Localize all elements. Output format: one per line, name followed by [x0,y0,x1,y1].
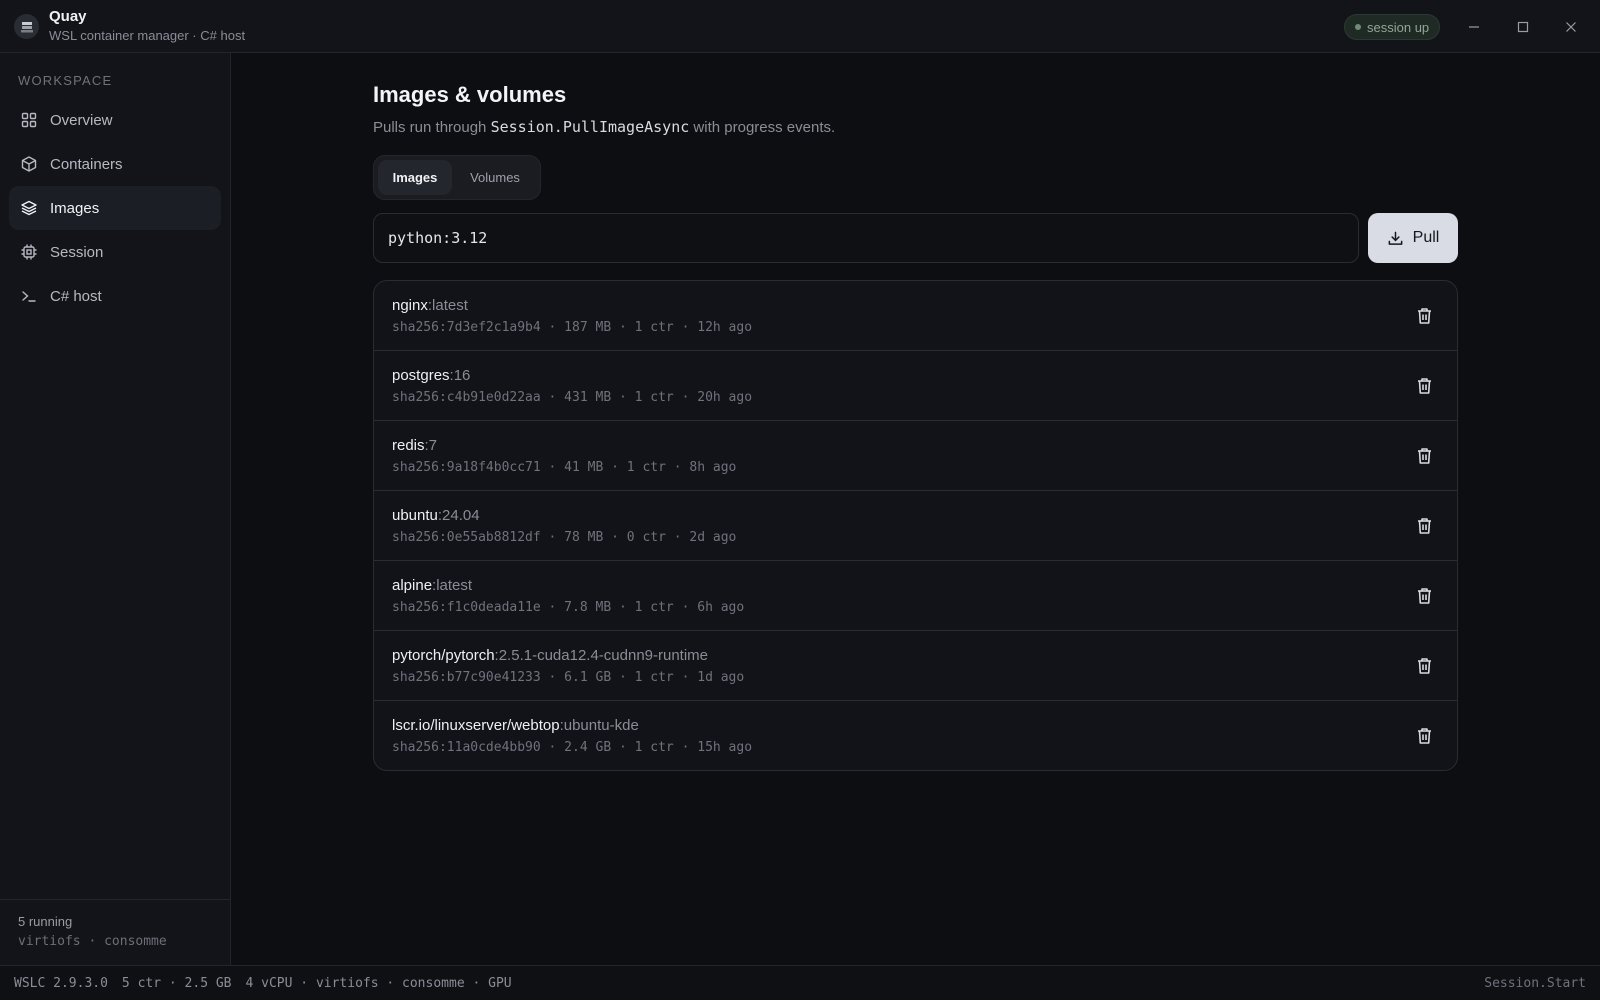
delete-image-button[interactable] [1409,441,1439,471]
title-bar: Quay WSL container manager · C# host ses… [0,0,1600,53]
minimize-button[interactable] [1459,12,1489,42]
trash-icon [1417,518,1431,534]
layers-icon [21,200,37,216]
page-title: Images & volumes [373,82,567,107]
box-icon [21,156,37,172]
delete-image-button[interactable] [1409,511,1439,541]
image-tag: :7 [424,437,438,454]
sidebar-item-label: Containers [50,155,123,173]
image-name: alpine:latest [392,577,472,594]
sidebar-item-label: Overview [50,111,113,129]
table-row: postgres:16 sha256:c4b91e0d22aa · 431 MB … [374,351,1457,421]
image-repo: postgres [392,367,450,384]
sidebar-item-label: C# host [50,287,102,305]
image-name: lscr.io/linuxserver/webtop:ubuntu-kde [392,717,639,734]
status-dot-icon [1355,24,1361,30]
session-status-badge: session up [1344,14,1440,40]
tab-bar: Images Volumes [373,155,541,200]
page-description: Pulls run through Session.PullImageAsync… [373,118,836,136]
app-logo-icon [14,14,39,39]
status-bar: WSLC 2.9.3.0 5 ctr · 2.5 GB 4 vCPU · virti… [0,965,1600,1000]
table-row: redis:7 sha256:9a18f4b0cc71 · 41 MB · 1 c… [374,421,1457,491]
sidebar-item-label: Images [50,199,100,217]
maximize-button[interactable] [1508,12,1538,42]
image-repo: alpine [392,577,433,594]
pull-button[interactable]: Pull [1368,213,1458,263]
tab-volumes[interactable]: Volumes [454,160,536,195]
sidebar-item-session[interactable]: Session [9,230,221,274]
sidebar-item-csharp-host[interactable]: C# host [9,274,221,318]
delete-image-button[interactable] [1409,721,1439,751]
running-count: 5 running [18,914,73,929]
image-name: redis:7 [392,437,437,454]
session-status-label: session up [1367,19,1430,35]
wslc-version: WSLC 2.9.3.0 [14,976,108,991]
image-tag: :24.04 [437,507,480,524]
delete-image-button[interactable] [1409,301,1439,331]
image-list: nginx:latest sha256:7d3ef2c1a9b4 · 187 MB… [373,280,1458,771]
image-repo: pytorch/pytorch [392,647,495,664]
sidebar-item-containers[interactable]: Containers [9,142,221,186]
sidebar-section-label: WORKSPACE [18,73,113,88]
image-tag: :2.5.1-cuda12.4-cudnn9-runtime [494,647,709,664]
image-meta: sha256:b77c90e41233 · 6.1 GB · 1 ctr · 1… [392,670,745,685]
image-name: nginx:latest [392,297,468,314]
sidebar-footer: 5 running virtiofs · consomme [0,899,230,965]
trash-icon [1417,378,1431,394]
image-meta: sha256:c4b91e0d22aa · 431 MB · 1 ctr · 2… [392,390,753,405]
image-repo: redis [392,437,425,454]
close-icon [1566,22,1576,32]
trash-icon [1417,658,1431,674]
image-meta: sha256:7d3ef2c1a9b4 · 187 MB · 1 ctr · 1… [392,320,753,335]
sidebar: WORKSPACE Overview Containers Images Ses… [0,53,231,965]
image-repo: nginx [392,297,428,314]
image-repo: ubuntu [392,507,438,524]
pull-button-label: Pull [1412,229,1440,246]
trash-icon [1417,728,1431,744]
trash-icon [1417,448,1431,464]
table-row: ubuntu:24.04 sha256:0e55ab8812df · 78 MB … [374,491,1457,561]
download-icon [1388,231,1403,245]
table-row: alpine:latest sha256:f1c0deada11e · 7.8 M… [374,561,1457,631]
tab-images[interactable]: Images [378,160,452,195]
trash-icon [1417,588,1431,604]
table-row: nginx:latest sha256:7d3ef2c1a9b4 · 187 MB… [374,281,1457,351]
terminal-icon [22,291,36,302]
table-row: lscr.io/linuxserver/webtop:ubuntu-kde sha… [374,701,1457,770]
image-tag: :16 [449,367,471,384]
image-meta: sha256:f1c0deada11e · 7.8 MB · 1 ctr · 6… [392,600,745,615]
sidebar-item-label: Session [50,243,104,261]
image-pull-input[interactable] [373,213,1359,263]
table-row: pytorch/pytorch:2.5.1-cuda12.4-cudnn9-ru… [374,631,1457,701]
grid-icon [21,112,37,128]
image-tag: :latest [432,577,473,594]
image-repo: lscr.io/linuxserver/webtop [392,717,560,734]
image-name: pytorch/pytorch:2.5.1-cuda12.4-cudnn9-ru… [392,647,708,664]
app-title: Quay [49,8,87,25]
delete-image-button[interactable] [1409,651,1439,681]
sidebar-item-images[interactable]: Images [9,186,221,230]
minimize-icon [1469,26,1479,28]
delete-image-button[interactable] [1409,371,1439,401]
method-code: Session.PullImageAsync [490,118,690,136]
container-usage: 5 ctr · 2.5 GB [121,976,232,991]
image-meta: sha256:11a0cde4bb90 · 2.4 GB · 1 ctr · 1… [392,740,753,755]
image-tag: :ubuntu-kde [559,717,639,734]
last-action: Session.Start [1484,976,1586,991]
close-button[interactable] [1556,12,1586,42]
app-subtitle: WSL container manager · C# host [49,28,246,43]
image-meta: sha256:9a18f4b0cc71 · 41 MB · 1 ctr · 8h… [392,460,737,475]
trash-icon [1417,308,1431,324]
maximize-icon [1517,21,1529,33]
network-meta: virtiofs · consomme [18,934,167,949]
image-tag: :latest [427,297,468,314]
sidebar-item-overview[interactable]: Overview [9,98,221,142]
image-name: ubuntu:24.04 [392,507,480,524]
delete-image-button[interactable] [1409,581,1439,611]
image-name: postgres:16 [392,367,470,384]
image-meta: sha256:0e55ab8812df · 78 MB · 0 ctr · 2d… [392,530,737,545]
chip-icon [21,244,37,260]
resource-summary: 4 vCPU · virtiofs · consomme · GPU [245,976,512,991]
